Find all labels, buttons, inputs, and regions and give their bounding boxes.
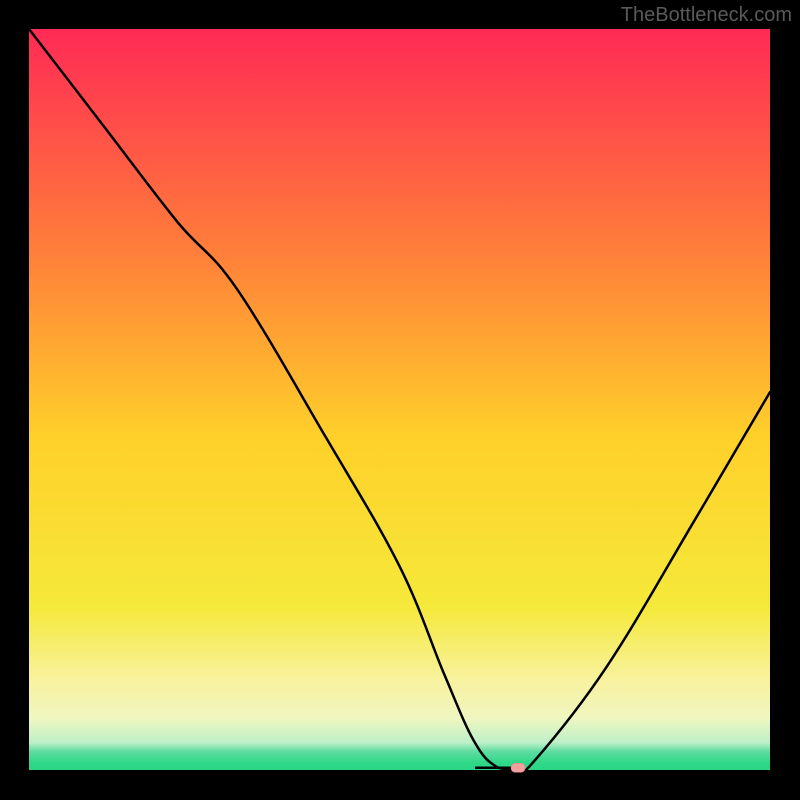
bottleneck-chart [0, 0, 800, 800]
watermark-text: TheBottleneck.com [621, 4, 792, 27]
chart-container: { "watermark": "TheBottleneck.com", "cha… [0, 0, 800, 800]
gradient-background [29, 29, 770, 770]
optimal-point-marker [511, 763, 525, 772]
